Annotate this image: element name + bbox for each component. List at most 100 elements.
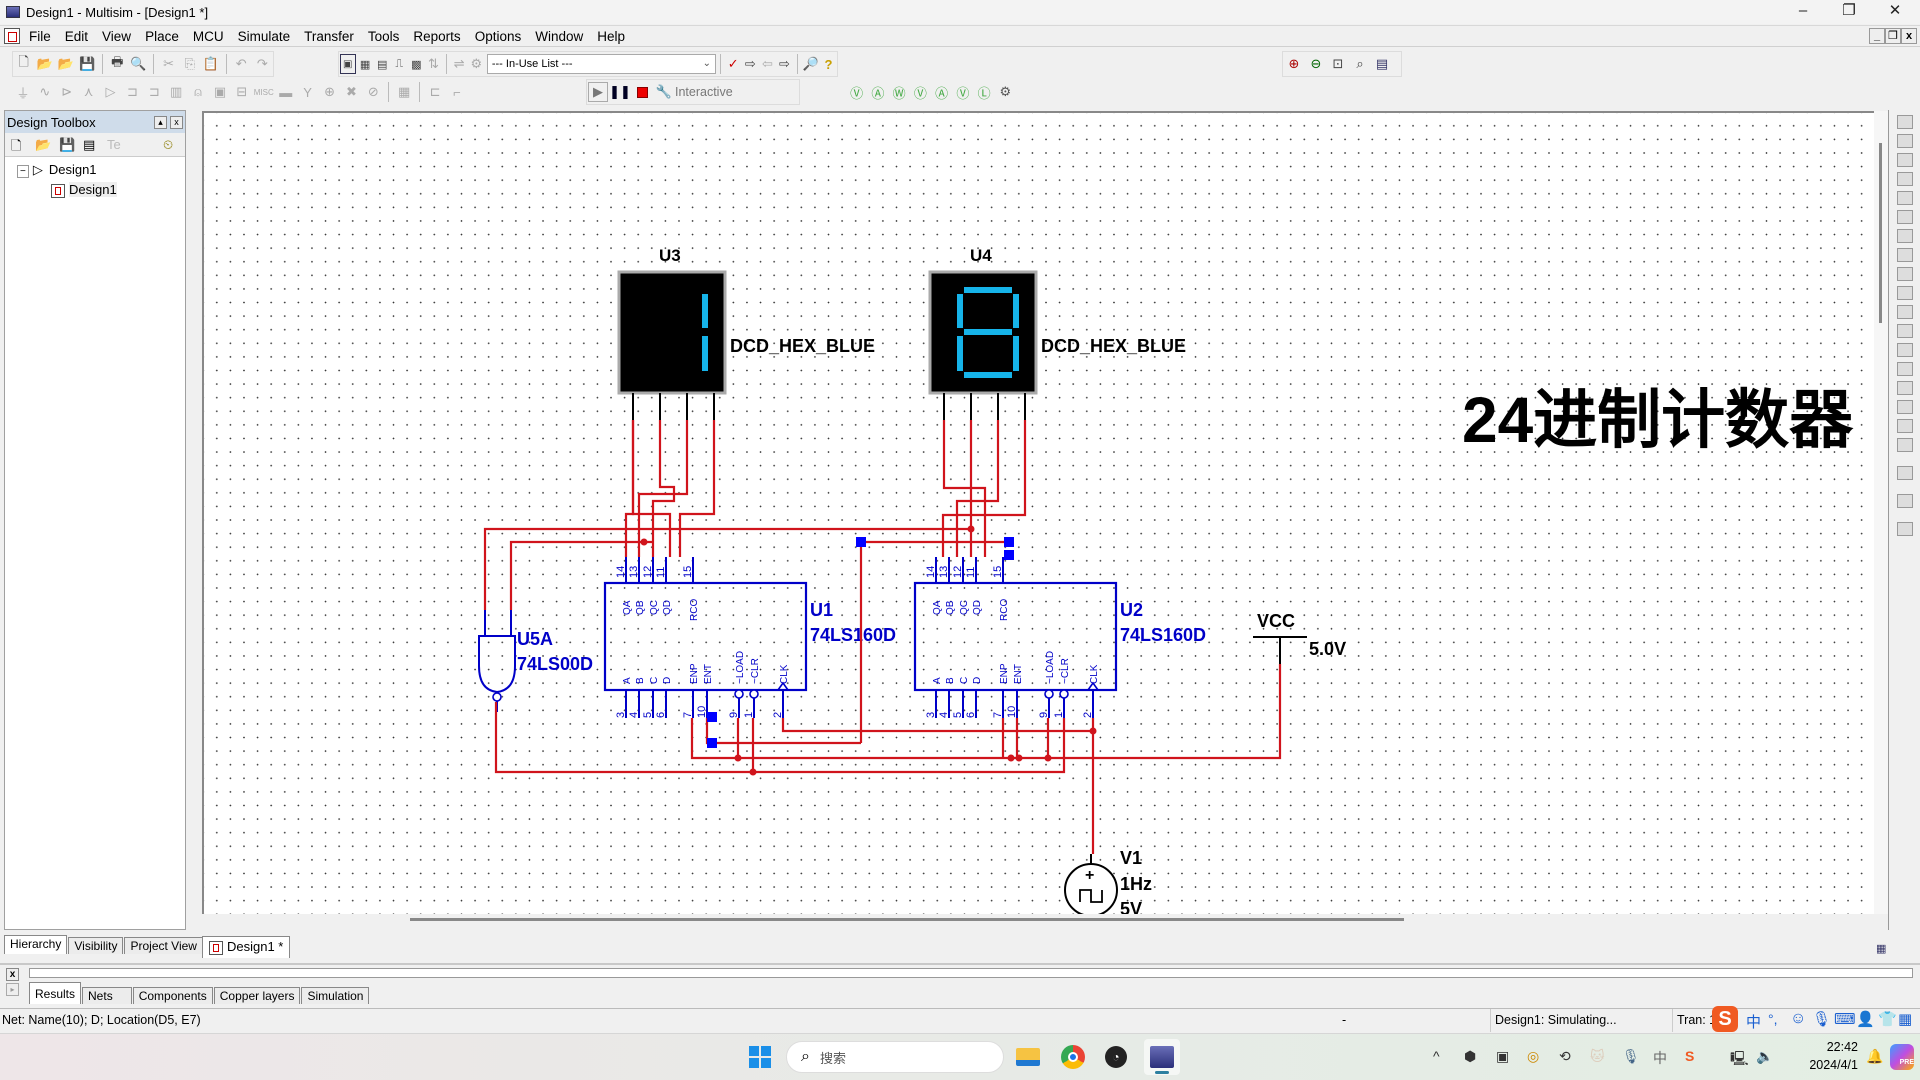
redo-icon[interactable]: ↷ <box>253 54 272 74</box>
clock-date[interactable]: 2024/4/1 <box>1790 1058 1858 1072</box>
tab-components[interactable]: Components <box>132 987 213 1004</box>
zoom-fit-icon[interactable]: ⌕ <box>1350 54 1370 74</box>
copy-icon[interactable]: ⎘ <box>180 54 199 74</box>
maximize-button[interactable]: ❐ <box>1826 0 1872 24</box>
database-icon[interactable]: ⚙ <box>469 54 484 74</box>
place-power-icon[interactable]: ▬ <box>276 82 296 102</box>
place-source-icon[interactable]: ⏚ <box>13 82 33 102</box>
file-explorer-icon[interactable] <box>1013 1042 1043 1072</box>
ime-keyboard-icon[interactable]: ⌨ <box>1834 1010 1856 1028</box>
create-component-icon[interactable]: ⇌ <box>452 54 467 74</box>
place-connector-icon[interactable]: ⊘ <box>363 82 383 102</box>
vertical-scrollbar[interactable] <box>1874 111 1888 914</box>
place-mcu-module-icon[interactable]: ▦ <box>394 82 414 102</box>
zoom-out-icon[interactable]: ⊖ <box>1306 54 1326 74</box>
vertical-scroll-thumb[interactable] <box>1879 143 1882 323</box>
place-indicator-icon[interactable]: MISC <box>254 82 274 102</box>
tray-app-icon-3[interactable]: ◎ <box>1527 1048 1539 1065</box>
multimeter-icon[interactable] <box>1896 115 1913 129</box>
place-diode-icon[interactable]: ⊳ <box>57 82 77 102</box>
spectrum-analyzer-icon[interactable] <box>1896 343 1913 357</box>
transfer-to-ultiboard-icon[interactable]: ⇨ <box>743 54 758 74</box>
agilent-oscilloscope-icon[interactable] <box>1896 419 1913 433</box>
copilot-icon[interactable]: PRE <box>1890 1044 1914 1070</box>
logic-analyzer-icon[interactable] <box>1896 286 1913 300</box>
place-advanced-peripherals-icon[interactable]: ⍝ <box>188 82 208 102</box>
probe-settings-icon[interactable]: ⚙ <box>996 82 1015 102</box>
forward-annotate-icon[interactable]: ⇨ <box>777 54 792 74</box>
ime-emoji-icon[interactable]: ☺ <box>1790 1010 1806 1028</box>
mdi-restore-button[interactable]: ❐ <box>1885 28 1901 44</box>
horizontal-scroll-thumb[interactable] <box>410 918 1404 921</box>
ni-elvis-icon[interactable] <box>1896 494 1913 508</box>
distortion-analyzer-icon[interactable] <box>1896 324 1913 338</box>
zoom-area-icon[interactable]: ⊡ <box>1328 54 1348 74</box>
tree-item-design-sheet[interactable]: Design1 <box>11 181 179 199</box>
toggle-design-toolbox-icon[interactable]: ▣ <box>340 54 356 74</box>
tray-ime-icon[interactable]: 中 <box>1653 1048 1667 1068</box>
tab-copper-layers[interactable]: Copper layers <box>213 987 301 1004</box>
tree-item-design-root[interactable]: − ▷ Design1 <box>11 161 179 181</box>
agilent-multimeter-icon[interactable] <box>1896 400 1913 414</box>
ime-punctuation-icon[interactable]: °, <box>1768 1011 1778 1027</box>
place-mcu-icon[interactable]: ▥ <box>166 82 186 102</box>
bus-icon[interactable]: ⌐ <box>447 82 467 102</box>
hierarchical-block-icon[interactable]: ⊏ <box>425 82 445 102</box>
volume-icon[interactable]: 🔈 <box>1756 1048 1773 1065</box>
schematic-canvas[interactable]: 24进制计数器 U3 DCD_HEX_BLUE U4 DCD_HEX_BLUE U1 74L… <box>202 111 1874 916</box>
horizontal-scrollbar[interactable] <box>202 914 1874 928</box>
tray-sogou-icon[interactable]: S <box>1685 1048 1694 1064</box>
word-generator-icon[interactable] <box>1896 248 1913 262</box>
obs-icon[interactable]: ◔ <box>1101 1042 1131 1072</box>
place-ni-icon[interactable]: ✖ <box>341 82 361 102</box>
close-button[interactable]: ✕ <box>1872 0 1918 24</box>
cut-icon[interactable]: ✂ <box>159 54 178 74</box>
windows-start-button[interactable] <box>745 1042 775 1072</box>
menu-tools[interactable]: Tools <box>361 29 407 44</box>
spreadsheet-toggle-icon[interactable]: ▦ <box>1876 942 1886 955</box>
place-misc-digital-icon[interactable]: ▣ <box>210 82 230 102</box>
tray-app-icon-1[interactable]: ⬢ <box>1464 1048 1476 1065</box>
mdi-minimize-button[interactable]: _ <box>1869 28 1885 44</box>
power-probe-icon[interactable]: Ⓦ <box>890 82 909 102</box>
menu-options[interactable]: Options <box>468 29 529 44</box>
ime-chinese-mode[interactable]: 中 <box>1746 1011 1761 1032</box>
run-simulation-button[interactable]: ▶ <box>588 82 608 102</box>
toolbox-close-button[interactable]: x <box>170 115 183 129</box>
database-manager-icon[interactable]: ▩ <box>409 54 424 74</box>
open-icon[interactable]: 📂 <box>35 54 54 74</box>
erc-icon[interactable]: ✓ <box>726 54 741 74</box>
network-icon[interactable]: 🖳 <box>1730 1048 1749 1072</box>
place-electromechanical-icon[interactable]: ⊕ <box>320 82 340 102</box>
open-design-icon[interactable]: 📂 <box>35 137 51 153</box>
document-icon[interactable] <box>4 28 20 44</box>
menu-help[interactable]: Help <box>590 29 632 44</box>
digital-probe-icon[interactable]: Ⓛ <box>975 82 994 102</box>
tray-sync-icon[interactable]: ⟲ <box>1559 1048 1571 1065</box>
chrome-icon[interactable] <box>1058 1042 1088 1072</box>
toolbox-float-button[interactable]: ▴ <box>154 115 167 129</box>
tray-microphone-icon[interactable]: 🎙 <box>1622 1048 1640 1065</box>
tektronix-oscilloscope-icon[interactable] <box>1896 438 1913 452</box>
grapher-icon[interactable]: ▤ <box>375 54 390 74</box>
clock-time[interactable]: 22:42 <box>1800 1040 1858 1054</box>
place-mixed-icon[interactable]: ⊟ <box>232 82 252 102</box>
place-basic-icon[interactable]: ∿ <box>35 82 55 102</box>
rename-icon[interactable]: Te <box>107 137 123 153</box>
show-hidden-icons-button[interactable]: ^ <box>1433 1048 1440 1064</box>
tab-project-view[interactable]: Project View <box>124 937 203 954</box>
pause-simulation-button[interactable]: ❚❚ <box>609 82 631 102</box>
labview-instruments-icon[interactable] <box>1896 466 1913 480</box>
full-screen-icon[interactable]: ▤ <box>1372 54 1392 74</box>
ime-user-icon[interactable]: 👤 <box>1856 1010 1875 1028</box>
tab-simulation[interactable]: Simulation <box>301 987 370 1004</box>
current-probe-icon[interactable]: Ⓐ <box>868 82 887 102</box>
agilent-generator-icon[interactable] <box>1896 381 1913 395</box>
results-expand-button[interactable]: ▸ <box>6 983 19 996</box>
ime-menu-icon[interactable]: ▦ <box>1898 1010 1912 1028</box>
place-transistor-icon[interactable]: ⋏ <box>79 82 99 102</box>
tab-design1[interactable]: Design1 * <box>202 936 291 958</box>
interactive-mode-label[interactable]: Interactive <box>675 85 733 99</box>
postprocessor-icon[interactable]: ⎍ <box>392 54 407 74</box>
menu-simulate[interactable]: Simulate <box>231 29 298 44</box>
